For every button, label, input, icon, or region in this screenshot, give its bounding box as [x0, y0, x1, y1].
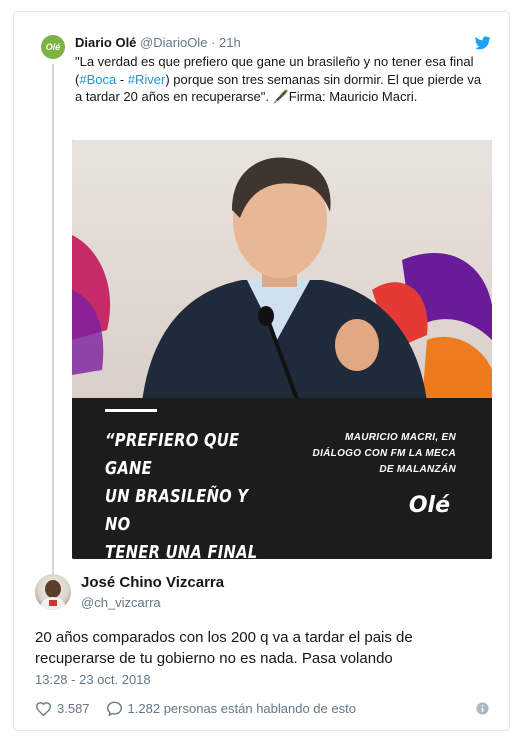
speaker-photo [72, 157, 492, 402]
reply-author-name[interactable]: José Chino Vizcarra [81, 574, 224, 591]
tweet-actions: 3.587 1.282 personas están hablando de e… [35, 698, 372, 718]
author-handle[interactable]: @DiarioOle [140, 35, 207, 50]
reply-text: 20 años comparados con los 200 q va a ta… [35, 629, 413, 667]
info-icon[interactable] [476, 702, 489, 715]
quoted-tweet-header: Diario Olé @DiarioOle · 21h [75, 35, 241, 51]
reply-author-handle[interactable]: @ch_vizcarra [81, 595, 161, 610]
avatar-logo-text: Olé [45, 42, 61, 52]
twitter-bird-icon[interactable] [475, 36, 491, 50]
avatar-photo [39, 580, 67, 610]
diario-ole-avatar[interactable]: Olé [41, 35, 65, 59]
ole-logo: Olé [408, 493, 450, 518]
speech-bubble-icon [106, 701, 122, 716]
hashtag-river[interactable]: #River [128, 72, 166, 87]
quoted-tweet-text: "La verdad es que prefiero que gane un b… [75, 53, 485, 106]
tweet-time[interactable]: 21h [219, 35, 241, 50]
hashtag-boca[interactable]: #Boca [79, 72, 116, 87]
conversation-count: 1.282 personas están hablando de esto [127, 700, 356, 716]
like-count: 3.587 [57, 700, 90, 716]
tweet-media-image[interactable]: “PREFIERO QUE GANE UN BRASILEÑO Y NO TEN… [72, 140, 492, 559]
like-button[interactable]: 3.587 [35, 701, 90, 716]
reply-timestamp[interactable]: 13:28 - 23 oct. 2018 [35, 672, 151, 687]
quote-accent-bar [105, 409, 157, 412]
author-name[interactable]: Diario Olé [75, 35, 136, 50]
reply-conversation-button[interactable]: 1.282 personas están hablando de esto [106, 701, 356, 716]
thread-line [52, 64, 54, 574]
hashtag-separator: - [116, 71, 128, 87]
quoted-tweet[interactable]: Olé Diario Olé @DiarioOle · 21h "La verd… [14, 12, 511, 574]
heart-icon [35, 701, 52, 716]
tweet-card: Olé Diario Olé @DiarioOle · 21h "La verd… [13, 11, 510, 731]
media-quote: “PREFIERO QUE GANE UN BRASILEÑO Y NO TEN… [105, 430, 258, 559]
reply-author-avatar[interactable] [35, 574, 71, 610]
media-attribution: MAURICIO MACRI, EN DIÁLOGO CON FM LA MEC… [312, 432, 456, 475]
separator-dot: · [211, 35, 216, 50]
